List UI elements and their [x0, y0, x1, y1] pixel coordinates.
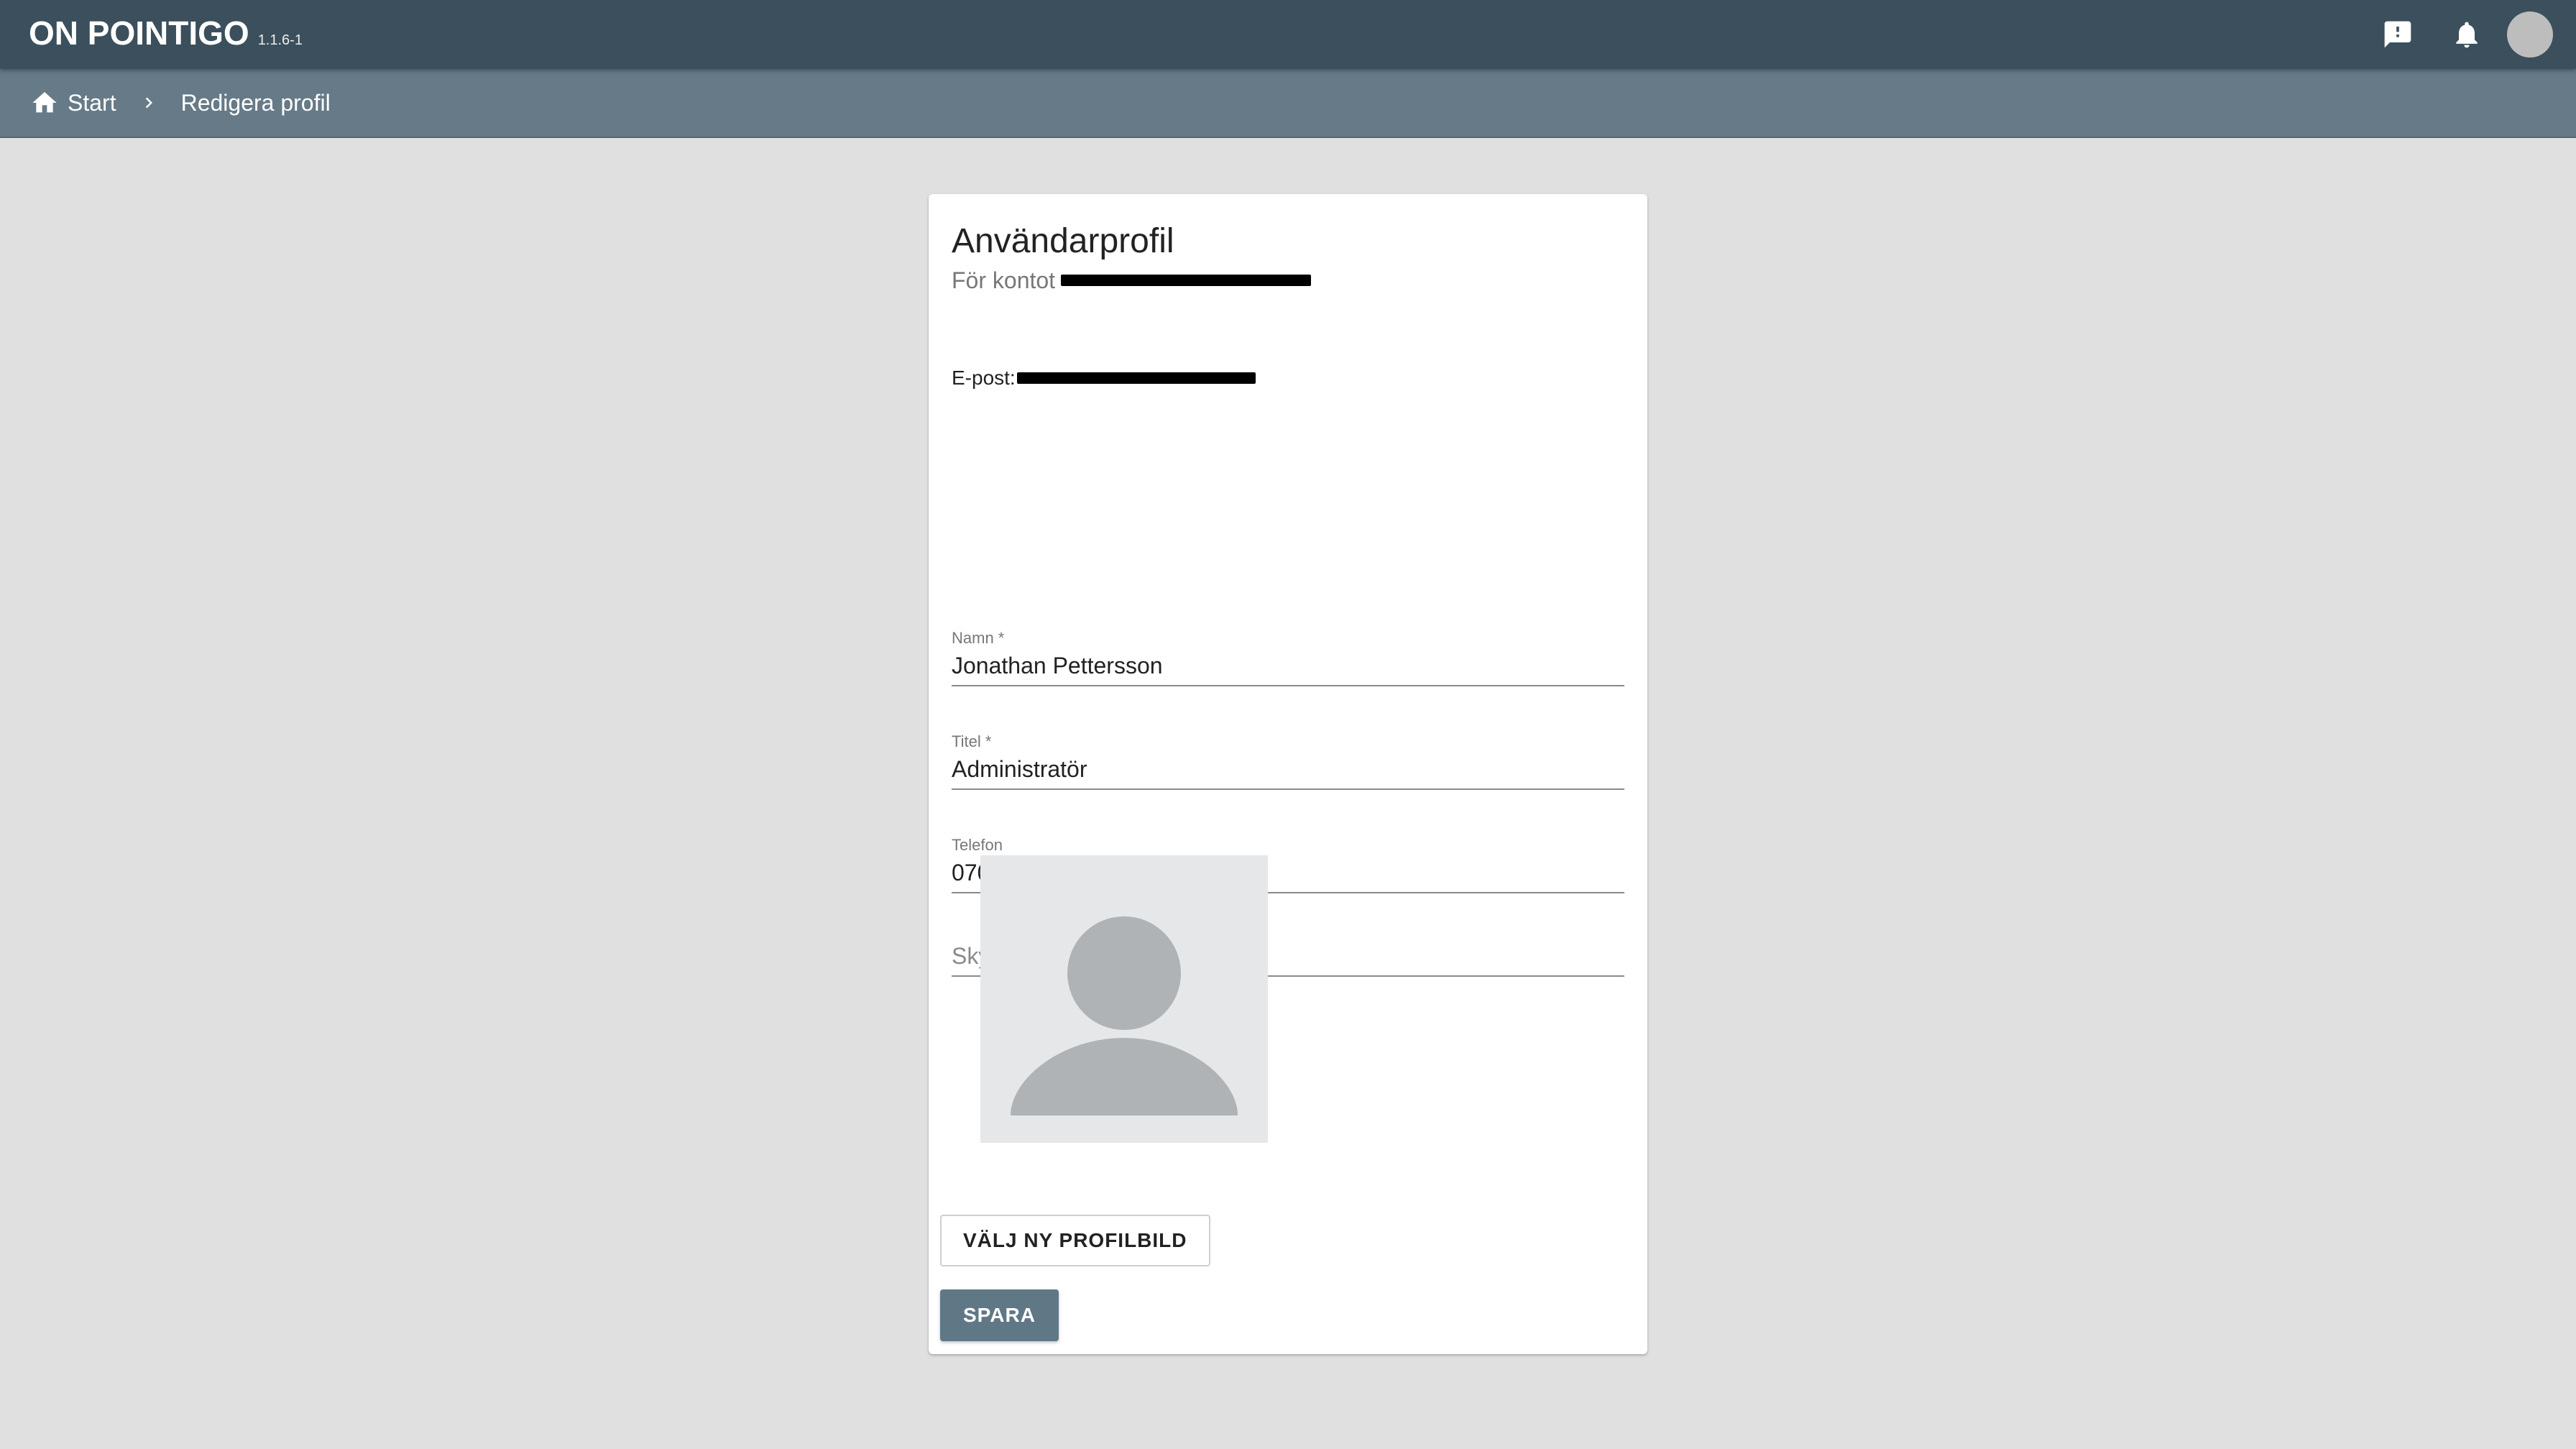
profile-card: Användarprofil För kontot E-post: Namn *…	[929, 194, 1647, 1354]
email-row: E-post:	[952, 364, 1256, 392]
page-title: Användarprofil	[952, 222, 1174, 260]
breadcrumb-start[interactable]: Start	[30, 88, 116, 117]
redacted-account-email	[1061, 275, 1312, 286]
phone-label: Telefon	[952, 836, 1003, 854]
logo-text: ON POINTIGO	[29, 14, 249, 52]
name-input[interactable]	[952, 648, 1624, 685]
name-label: Namn *	[952, 629, 1005, 647]
notifications-button[interactable]	[2432, 0, 2501, 69]
save-button[interactable]: SPARA	[940, 1289, 1059, 1341]
chevron-right-icon	[138, 92, 160, 114]
name-field: Namn *	[952, 628, 1624, 686]
app-logo[interactable]: ON POINTIGO 1.1.6-1	[29, 13, 303, 53]
top-actions	[2363, 0, 2559, 69]
account-subtitle-prefix: För kontot	[952, 267, 1056, 293]
title-input[interactable]	[952, 752, 1624, 788]
account-subtitle: För kontot	[952, 266, 1312, 295]
app-version: 1.1.6-1	[257, 32, 303, 48]
email-label: E-post:	[952, 367, 1016, 389]
home-icon	[32, 92, 57, 113]
choose-profile-photo-button[interactable]: VÄLJ NY PROFILBILD	[940, 1215, 1210, 1266]
breadcrumb-current: Redigera profil	[181, 90, 331, 116]
person-placeholder-icon	[1011, 916, 1238, 1116]
breadcrumb: Start Redigera profil	[0, 69, 2576, 138]
redacted-email	[1016, 372, 1256, 384]
profile-photo	[980, 855, 1268, 1143]
top-app-bar: ON POINTIGO 1.1.6-1	[0, 0, 2576, 69]
user-avatar-button[interactable]	[2507, 12, 2553, 58]
bell-icon	[2456, 22, 2478, 48]
feedback-icon	[2384, 21, 2411, 48]
feedback-button[interactable]	[2363, 0, 2432, 69]
breadcrumb-start-label: Start	[68, 89, 116, 116]
breadcrumb-current-label: Redigera profil	[180, 89, 331, 116]
title-field: Titel *	[952, 732, 1624, 790]
title-label: Titel *	[952, 732, 992, 750]
